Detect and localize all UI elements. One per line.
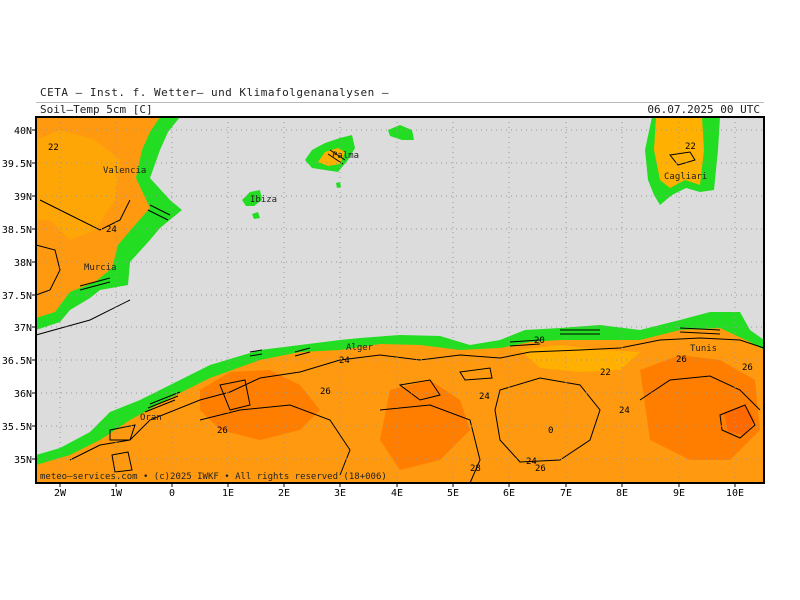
contour-label: 0: [548, 426, 553, 436]
contour-label: 26: [217, 426, 228, 436]
contour-label: 22: [48, 143, 59, 153]
lon-tick: 8E: [616, 488, 628, 499]
lat-tick: 40N: [14, 126, 32, 137]
contour-label: 24: [106, 225, 117, 235]
lon-tick: 2W: [54, 488, 67, 499]
lon-tick: 9E: [673, 488, 685, 499]
contour-label: 22: [600, 368, 611, 378]
contour-label: 24: [479, 392, 490, 402]
lon-tick: 0: [169, 488, 175, 499]
longitude-axis: 2W 1W 0 1E 2E 3E 4E 5E 6E 7E 8E 9E 10E: [54, 488, 744, 499]
place-murcia: Murcia: [84, 263, 117, 273]
contour-label: 26: [676, 355, 687, 365]
lat-tick: 37.5N: [2, 291, 32, 302]
lon-tick: 2E: [278, 488, 290, 499]
lon-tick: 6E: [503, 488, 515, 499]
place-alger: Alger: [346, 343, 374, 353]
lat-tick: 39.5N: [2, 159, 32, 170]
lat-tick: 38.5N: [2, 225, 32, 236]
lat-tick: 36N: [14, 389, 32, 400]
map-footer: meteo—services.com • (c)2025 IWKF • All …: [40, 472, 387, 482]
lat-tick: 36.5N: [2, 356, 32, 367]
lon-tick: 5E: [447, 488, 459, 499]
lat-tick: 35.5N: [2, 422, 32, 433]
place-palma: Palma: [332, 151, 359, 161]
contour-label: 26: [535, 464, 546, 474]
place-oran: Oran: [140, 413, 162, 423]
lon-tick: 1E: [222, 488, 234, 499]
lat-tick: 37N: [14, 323, 32, 334]
contour-label: 26: [742, 363, 753, 373]
contour-label: 20: [534, 336, 545, 346]
contour-label: 22: [685, 142, 696, 152]
contour-label: 28: [470, 464, 481, 474]
place-cagliari: Cagliari: [664, 172, 707, 182]
place-ibiza: Ibiza: [250, 195, 277, 205]
contour-label: 26: [320, 387, 331, 397]
lat-tick: 39N: [14, 192, 32, 203]
latitude-axis: 40N 39.5N 39N 38.5N 38N 37.5N 37N 36.5N …: [2, 126, 32, 466]
lon-tick: 7E: [560, 488, 572, 499]
soil-temperature-map: Valencia Murcia Ibiza Palma Cagliari Alg…: [2, 116, 765, 499]
place-valencia: Valencia: [103, 166, 146, 176]
lat-tick: 38N: [14, 258, 32, 269]
lon-tick: 10E: [726, 488, 744, 499]
lon-tick: 3E: [334, 488, 346, 499]
contour-label: 24: [619, 406, 630, 416]
lon-tick: 4E: [391, 488, 403, 499]
lon-tick: 1W: [110, 488, 123, 499]
place-tunis: Tunis: [690, 344, 717, 354]
contour-label: 24: [339, 356, 350, 366]
lat-tick: 35N: [14, 455, 32, 466]
